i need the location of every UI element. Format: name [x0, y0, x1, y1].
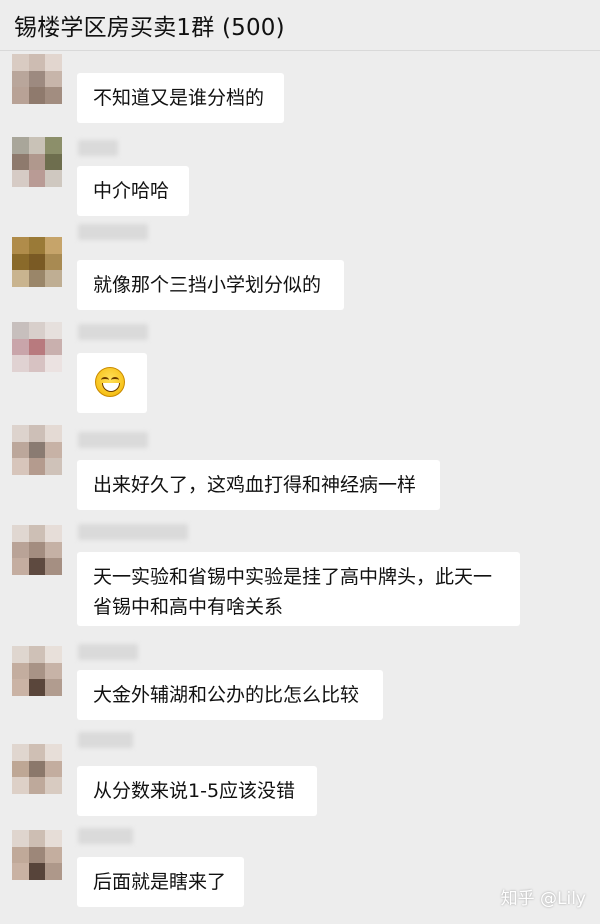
avatar[interactable] — [12, 830, 62, 880]
message-bubble[interactable]: 出来好久了，这鸡血打得和神经病一样 — [77, 460, 440, 510]
message-bubble[interactable]: 从分数来说1-5应该没错 — [77, 766, 317, 816]
message-bubble[interactable]: 不知道又是谁分档的 — [77, 73, 284, 123]
message-text: 大金外辅湖和公办的比怎么比较 — [93, 684, 360, 706]
message-text: 就像那个三挡小学划分似的 — [93, 274, 322, 296]
message-bubble[interactable]: 大金外辅湖和公办的比怎么比较 — [77, 670, 383, 720]
avatar[interactable] — [12, 744, 62, 794]
message-text: 中介哈哈 — [93, 180, 170, 202]
message-text: 出来好久了，这鸡血打得和神经病一样 — [93, 474, 417, 496]
sender-name — [78, 828, 133, 844]
message-bubble[interactable] — [77, 353, 147, 413]
avatar[interactable] — [12, 237, 62, 287]
message-text: 天一实验和省锡中实验是挂了高中牌头，此天一省锡中和高中有啥关系 — [93, 566, 493, 618]
avatar[interactable] — [12, 525, 62, 575]
avatar[interactable] — [12, 137, 62, 187]
avatar[interactable] — [12, 322, 62, 372]
message-bubble[interactable]: 后面就是瞎来了 — [77, 857, 244, 907]
message-bubble[interactable]: 天一实验和省锡中实验是挂了高中牌头，此天一省锡中和高中有啥关系 — [77, 552, 520, 626]
zhihu-watermark: 知乎 @Lily — [500, 889, 586, 909]
chat-title[interactable]: 锡楼学区房买卖1群 (500) — [14, 8, 285, 42]
sender-name — [78, 140, 118, 156]
avatar[interactable] — [12, 425, 62, 475]
avatar[interactable] — [12, 54, 62, 104]
sender-name — [78, 324, 148, 340]
grinning-face-emoji-icon — [95, 367, 125, 397]
message-text: 不知道又是谁分档的 — [93, 87, 265, 109]
sender-name — [78, 432, 148, 448]
sender-name — [78, 644, 138, 660]
chat-header: 锡楼学区房买卖1群 (500) — [0, 0, 600, 51]
avatar[interactable] — [12, 646, 62, 696]
message-text: 后面就是瞎来了 — [93, 871, 227, 893]
message-bubble[interactable]: 中介哈哈 — [77, 166, 189, 216]
message-bubble[interactable]: 就像那个三挡小学划分似的 — [77, 260, 344, 310]
sender-name — [78, 732, 133, 748]
sender-name — [78, 224, 148, 240]
sender-name — [78, 524, 188, 540]
message-text: 从分数来说1-5应该没错 — [93, 780, 296, 802]
